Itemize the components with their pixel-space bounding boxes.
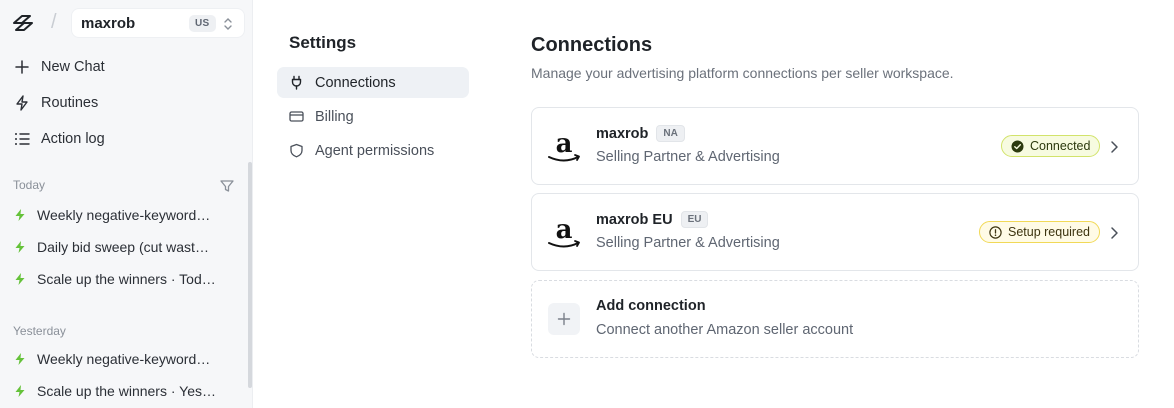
bolt-icon — [15, 241, 25, 253]
add-connection-title: Add connection — [596, 298, 706, 314]
amazon-logo-icon: a — [548, 130, 580, 162]
bolt-icon — [15, 385, 25, 397]
credit-card-icon — [289, 111, 304, 122]
chat-history-title: Scale up the winners · Yes… — [37, 383, 216, 399]
connection-region-badge: EU — [680, 211, 709, 228]
chat-history-item[interactable]: Scale up the winners · Tod… — [13, 269, 218, 289]
chevron-right-icon — [1111, 141, 1118, 153]
connection-description: Selling Partner & Advertising — [596, 235, 780, 251]
chevron-updown-icon — [224, 18, 232, 30]
settings-nav-label: Agent permissions — [315, 142, 435, 159]
workspace-region-badge: US — [189, 15, 216, 32]
routines-button[interactable]: Routines — [13, 91, 98, 115]
connection-name: maxrob — [596, 125, 649, 142]
chat-history-item[interactable]: Weekly negative-keyword… — [13, 349, 218, 369]
sidebar: / maxrob US New Chat Routines Action log… — [0, 0, 253, 408]
routines-label: Routines — [41, 95, 99, 111]
settings-title: Settings — [289, 33, 357, 52]
check-circle-icon — [1011, 140, 1024, 152]
chat-history-item[interactable]: Scale up the winners · Yes… — [13, 381, 218, 401]
section-label-today: Today — [13, 178, 46, 192]
shield-icon — [290, 143, 303, 158]
connection-name-row: maxrob NA — [596, 125, 685, 142]
connection-card[interactable]: a maxrob NA Selling Partner & Advertisin… — [531, 107, 1139, 185]
workspace-name: maxrob — [81, 15, 136, 32]
chevron-right-icon — [1111, 227, 1118, 239]
section-label-yesterday: Yesterday — [13, 324, 66, 338]
settings-nav-billing[interactable]: Billing — [277, 101, 469, 132]
new-chat-button[interactable]: New Chat — [13, 55, 105, 79]
add-connection-card[interactable]: Add connection Connect another Amazon se… — [531, 280, 1139, 358]
plus-icon — [557, 312, 571, 326]
workspace-switcher[interactable]: maxrob US — [71, 8, 245, 38]
list-icon — [15, 133, 30, 145]
app-logo-icon[interactable] — [11, 13, 35, 33]
sidebar-scrollbar[interactable] — [248, 162, 252, 388]
connection-card[interactable]: a maxrob EU EU Selling Partner & Adverti… — [531, 193, 1139, 271]
new-chat-label: New Chat — [41, 59, 105, 75]
plug-icon — [291, 75, 302, 90]
chat-history-title: Weekly negative-keyword… — [37, 207, 211, 223]
bolt-icon — [16, 95, 28, 111]
connection-description: Selling Partner & Advertising — [596, 149, 780, 165]
info-circle-icon — [989, 225, 1002, 239]
chat-history-title: Weekly negative-keyword… — [37, 351, 211, 367]
status-badge: Setup required — [979, 221, 1101, 243]
bolt-icon — [15, 353, 25, 365]
status-badge: Connected — [1001, 135, 1101, 157]
connection-name: maxrob EU — [596, 211, 673, 228]
add-connection-description: Connect another Amazon seller account — [596, 322, 854, 338]
page-title: Connections — [531, 34, 653, 56]
filter-icon[interactable] — [219, 178, 235, 194]
status-text: Connected — [1030, 139, 1091, 153]
settings-nav-agent-permissions[interactable]: Agent permissions — [277, 135, 469, 166]
page-subtitle: Manage your advertising platform connect… — [531, 65, 954, 81]
add-connection-icon-box — [548, 303, 580, 335]
bolt-icon — [15, 273, 25, 285]
svg-text:a: a — [556, 130, 573, 159]
amazon-logo-icon: a — [548, 216, 580, 248]
action-log-label: Action log — [41, 131, 105, 147]
chat-history-item[interactable]: Weekly negative-keyword… — [13, 205, 218, 225]
connection-name-row: maxrob EU EU — [596, 211, 709, 228]
plus-icon — [15, 60, 29, 74]
status-text: Setup required — [1008, 225, 1091, 239]
connection-region-badge: NA — [656, 125, 685, 142]
chat-history-title: Daily bid sweep (cut wast… — [37, 239, 209, 255]
bolt-icon — [15, 209, 25, 221]
chat-history-item[interactable]: Daily bid sweep (cut wast… — [13, 237, 218, 257]
action-log-button[interactable]: Action log — [13, 127, 105, 151]
breadcrumb-separator: / — [51, 11, 57, 33]
settings-nav-label: Billing — [315, 108, 354, 125]
chat-history-title: Scale up the winners · Tod… — [37, 271, 216, 287]
svg-text:a: a — [556, 216, 573, 245]
settings-nav-connections[interactable]: Connections — [277, 67, 469, 98]
settings-nav-label: Connections — [315, 74, 396, 91]
